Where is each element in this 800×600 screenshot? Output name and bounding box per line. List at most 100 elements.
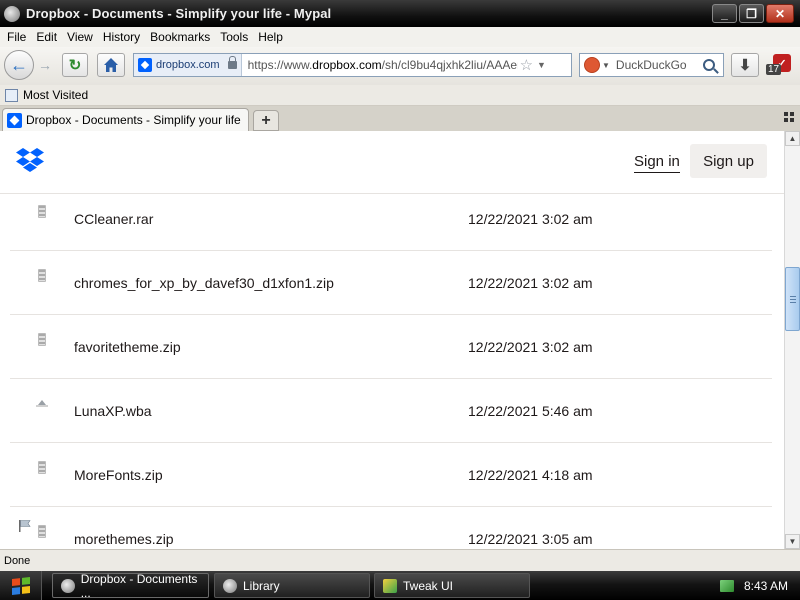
file-row[interactable]: morethemes.zip 12/22/2021 3:05 am — [10, 507, 772, 549]
menu-help[interactable]: Help — [253, 30, 288, 44]
dropbox-favicon — [138, 58, 152, 72]
windows-logo-icon — [11, 576, 30, 595]
sign-in-link[interactable]: Sign in — [634, 153, 680, 173]
archive-icon — [38, 461, 46, 474]
addon-button[interactable]: ✓ 17 — [766, 52, 794, 80]
site-identity-button[interactable]: dropbox.com — [134, 54, 242, 76]
menu-edit[interactable]: Edit — [31, 30, 62, 44]
file-row[interactable]: LunaXP.wba 12/22/2021 5:46 am — [10, 379, 772, 443]
identity-host: dropbox.com — [156, 59, 220, 71]
home-icon — [104, 58, 118, 72]
browser-icon — [61, 578, 75, 593]
taskbar-item-label: Library — [243, 578, 280, 593]
lock-icon — [227, 56, 237, 69]
page-content: Sign in Sign up CCleaner.rar 12/22/2021 … — [0, 131, 784, 549]
url-text[interactable]: https://www.dropbox.com/sh/cl9bu4qjxhk2l… — [248, 58, 518, 72]
dropbox-icon — [7, 112, 22, 128]
bookmarks-toolbar: Most Visited — [0, 85, 800, 106]
browser-app-icon[interactable] — [4, 5, 20, 22]
close-button[interactable]: ✕ — [766, 4, 794, 23]
file-date: 12/22/2021 3:02 am — [468, 275, 593, 291]
file-name[interactable]: CCleaner.rar — [74, 211, 153, 227]
back-button[interactable]: ← — [4, 50, 34, 80]
download-arrow-icon: ⬇ — [738, 57, 752, 74]
taskbar-item-label: Tweak UI — [403, 578, 454, 593]
file-name[interactable]: chromes_for_xp_by_davef30_d1xfon1.zip — [74, 275, 334, 291]
maximize-button[interactable]: ❐ — [739, 4, 764, 23]
search-engine-dropdown-icon[interactable]: ▼ — [602, 61, 610, 70]
search-input[interactable]: DuckDuckGo — [616, 58, 703, 72]
search-icon[interactable] — [703, 59, 715, 71]
file-row[interactable]: MoreFonts.zip 12/22/2021 4:18 am — [10, 443, 772, 507]
taskbar-item-dropbox[interactable]: Dropbox - Documents ... — [52, 571, 209, 600]
taskbar-item-library[interactable]: Library — [214, 573, 370, 598]
forward-button[interactable]: → — [35, 55, 55, 75]
menu-tools[interactable]: Tools — [215, 30, 253, 44]
status-bar: Done — [0, 549, 800, 571]
tab-label: Dropbox - Documents - Simplify your life — [26, 113, 241, 127]
taskbar: Dropbox - Documents ... Library Tweak UI… — [0, 571, 800, 600]
file-date: 12/22/2021 3:02 am — [468, 211, 593, 227]
bookmark-star-icon[interactable]: ☆ — [520, 56, 533, 74]
menu-history[interactable]: History — [98, 30, 145, 44]
sign-up-button[interactable]: Sign up — [690, 144, 767, 178]
downloads-button[interactable]: ⬇ — [731, 53, 759, 77]
bookmark-most-visited[interactable]: Most Visited — [23, 88, 88, 102]
file-row[interactable]: chromes_for_xp_by_davef30_d1xfon1.zip 12… — [10, 251, 772, 315]
status-text: Done — [4, 554, 31, 567]
minimize-button[interactable]: _ — [712, 4, 737, 23]
title-bar: Dropbox - Documents - Simplify your life… — [0, 0, 800, 27]
reload-button[interactable]: ↻ — [62, 53, 88, 77]
file-name[interactable]: LunaXP.wba — [74, 403, 152, 419]
file-date: 12/22/2021 5:46 am — [468, 403, 593, 419]
network-icon[interactable] — [720, 579, 734, 592]
url-prefix: https://www. — [247, 58, 313, 72]
browser-icon — [223, 578, 237, 593]
arrow-right-icon: → — [38, 57, 52, 73]
start-button[interactable] — [0, 571, 42, 600]
reload-icon: ↻ — [68, 57, 82, 74]
url-history-dropdown-icon[interactable]: ▼ — [537, 60, 546, 70]
navigation-toolbar: ← → ↻ dropbox.com https://www.dropbox.co… — [0, 47, 800, 85]
archive-icon — [38, 205, 46, 218]
duckduckgo-icon[interactable] — [584, 57, 600, 73]
folder-icon — [5, 88, 18, 102]
file-name[interactable]: morethemes.zip — [74, 531, 174, 547]
file-row[interactable]: favoritetheme.zip 12/22/2021 3:02 am — [10, 315, 772, 379]
scroll-down-button[interactable]: ▼ — [785, 534, 800, 549]
menu-file[interactable]: File — [2, 30, 31, 44]
system-tray: 8:43 AM — [712, 571, 800, 600]
new-tab-button[interactable]: + — [253, 110, 279, 131]
file-name[interactable]: MoreFonts.zip — [74, 467, 163, 483]
file-row[interactable]: CCleaner.rar 12/22/2021 3:02 am — [10, 187, 772, 251]
plus-icon: + — [261, 111, 271, 129]
menu-bar: File Edit View History Bookmarks Tools H… — [0, 27, 800, 47]
scroll-thumb[interactable] — [785, 267, 800, 331]
menu-view[interactable]: View — [62, 30, 98, 44]
addon-badge: 17 — [766, 64, 782, 75]
dropbox-logo-icon[interactable] — [15, 147, 45, 173]
search-bar[interactable]: ▼ DuckDuckGo — [579, 53, 724, 77]
address-bar[interactable]: dropbox.com https://www.dropbox.com/sh/c… — [133, 53, 572, 77]
window-controls: _ ❐ ✕ — [712, 4, 794, 23]
triangle-down-icon: ▼ — [788, 537, 797, 546]
tab-dropbox[interactable]: Dropbox - Documents - Simplify your life — [2, 108, 249, 131]
url-path: /sh/cl9bu4qjxhk2liu/AAAem5vM — [381, 58, 518, 72]
archive-icon — [38, 269, 46, 282]
archive-icon — [38, 525, 46, 538]
grip-icon — [789, 295, 796, 303]
clock[interactable]: 8:43 AM — [744, 579, 788, 593]
file-name[interactable]: favoritetheme.zip — [74, 339, 181, 355]
menu-bookmarks[interactable]: Bookmarks — [145, 30, 215, 44]
taskbar-item-tweak-ui[interactable]: Tweak UI — [374, 573, 530, 598]
list-all-tabs-icon[interactable] — [784, 112, 794, 122]
vertical-scrollbar[interactable]: ▲ ▼ — [784, 131, 800, 549]
tab-strip: Dropbox - Documents - Simplify your life… — [0, 106, 800, 131]
scroll-up-button[interactable]: ▲ — [785, 131, 800, 146]
file-date: 12/22/2021 4:18 am — [468, 467, 593, 483]
flag-icon — [19, 520, 31, 532]
taskbar-item-label: Dropbox - Documents ... — [80, 571, 198, 600]
tweak-ui-icon — [383, 578, 397, 593]
url-domain: dropbox.com — [312, 58, 382, 72]
home-button[interactable] — [97, 53, 125, 77]
